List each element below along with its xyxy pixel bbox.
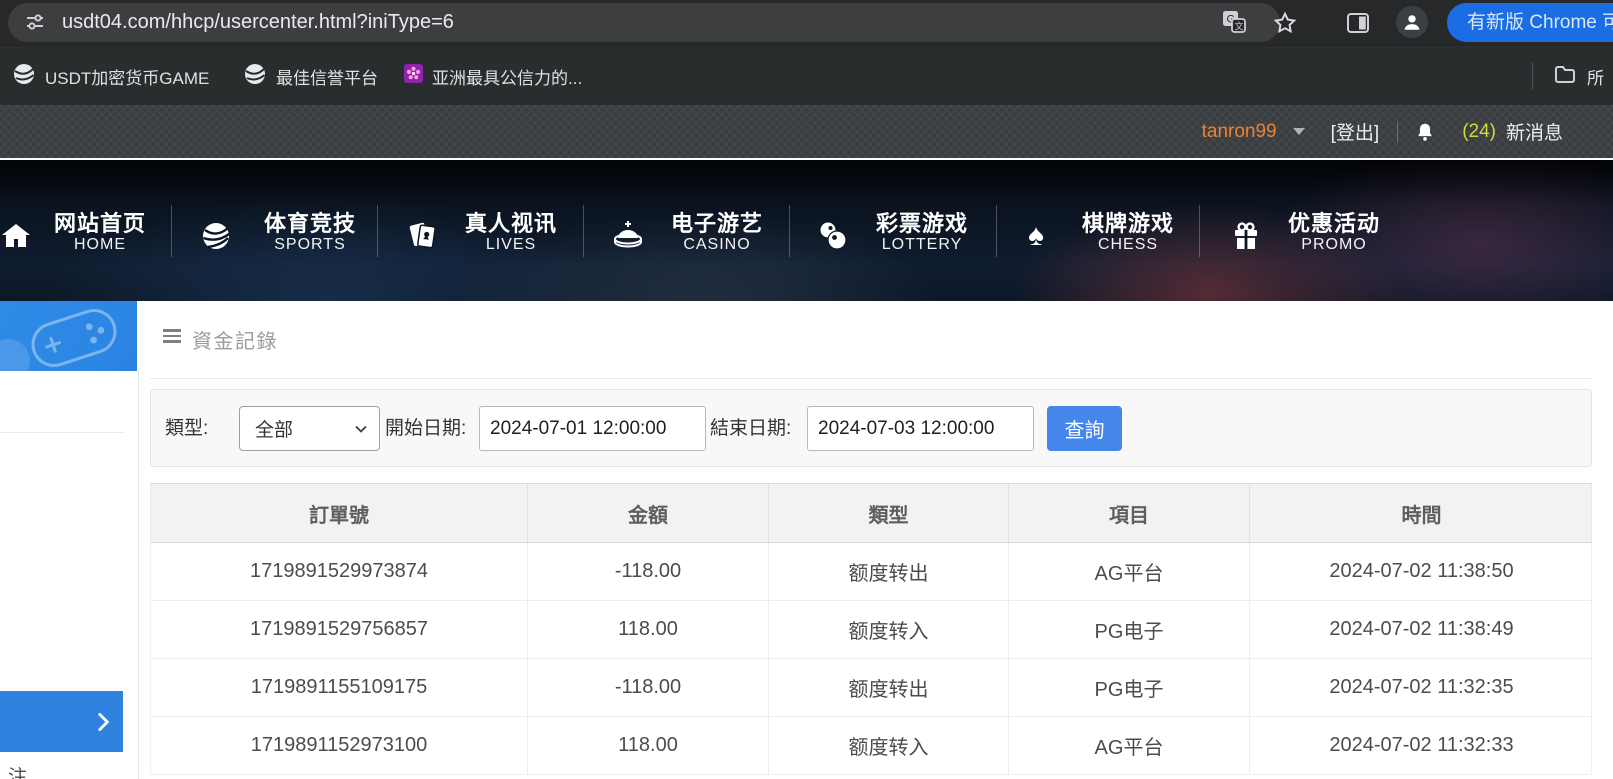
funds-record-table: 訂單號 金額 類型 項目 時間 1719891529973874 -118.00… <box>150 483 1592 775</box>
cell-amount: 118.00 <box>528 717 769 774</box>
cell-time: 2024-07-02 11:32:33 <box>1250 717 1593 774</box>
cell-time: 2024-07-02 11:32:35 <box>1250 659 1593 716</box>
bell-icon[interactable] <box>1414 121 1436 143</box>
main-nav: 网站首页 HOME 体育竞技 SPORTS 真人视讯 <box>0 160 1613 301</box>
col-header-order: 訂單號 <box>151 484 528 542</box>
cell-time: 2024-07-02 11:38:50 <box>1250 543 1593 600</box>
site-user-bar: tanron99 [登出] (24) 新消息 <box>0 105 1613 158</box>
cell-type: 额度转出 <box>769 659 1009 716</box>
folder-icon <box>1553 62 1577 91</box>
browser-toolbar: usdt04.com/hhcp/usercenter.html?iniType=… <box>0 0 1613 45</box>
cell-amount: -118.00 <box>528 659 769 716</box>
cell-order-no: 1719891155109175 <box>151 659 528 716</box>
bookmark-item[interactable]: USDT加密货币GAME <box>12 46 209 106</box>
bookmark-star-icon[interactable] <box>1272 10 1298 41</box>
flower-favicon-icon <box>404 64 423 88</box>
chrome-update-button[interactable]: 有新版 Chrome 可 <box>1447 3 1613 42</box>
cell-amount: -118.00 <box>528 543 769 600</box>
sidebar-divider <box>0 432 124 433</box>
globe-favicon-icon <box>12 62 36 91</box>
sidebar-expand-button[interactable] <box>0 691 123 752</box>
cell-order-no: 1719891152973100 <box>151 717 528 774</box>
unread-count[interactable]: (24) <box>1462 121 1496 143</box>
query-button[interactable]: 查詢 <box>1047 406 1122 451</box>
nav-item-chess-sub[interactable]: CHESS <box>1028 236 1228 254</box>
profile-avatar[interactable] <box>1396 6 1428 38</box>
start-date-label: 開始日期: <box>385 406 466 451</box>
nav-item-promo[interactable]: 优惠活动 <box>1234 206 1434 238</box>
userbar-divider <box>1397 121 1398 143</box>
cell-item: AG平台 <box>1009 717 1250 774</box>
bookmark-label: 最佳信誉平台 <box>276 64 378 89</box>
side-panel-icon[interactable] <box>1345 10 1371 41</box>
svg-text:文: 文 <box>1235 21 1244 32</box>
type-label: 類型: <box>165 406 208 451</box>
table-row: 1719891155109175 -118.00 额度转出 PG电子 2024-… <box>150 659 1592 717</box>
sidebar-partial-text: 注 <box>8 762 27 779</box>
sidebar-banner <box>0 301 137 371</box>
translate-icon[interactable]: G 文 <box>1221 9 1247 40</box>
nav-item-lives[interactable]: 真人视讯 <box>411 206 611 238</box>
all-bookmarks-label: 所 <box>1587 64 1604 89</box>
col-header-item: 項目 <box>1009 484 1250 542</box>
cell-type: 额度转入 <box>769 717 1009 774</box>
cell-type: 额度转出 <box>769 543 1009 600</box>
bookmark-item[interactable]: 最佳信誉平台 <box>243 46 378 106</box>
table-row: 1719891529973874 -118.00 额度转出 AG平台 2024-… <box>150 543 1592 601</box>
col-header-time: 時間 <box>1250 484 1593 542</box>
cell-item: AG平台 <box>1009 543 1250 600</box>
cell-time: 2024-07-02 11:38:49 <box>1250 601 1593 658</box>
logout-link[interactable]: [登出] <box>1331 118 1380 145</box>
globe-favicon-icon <box>243 62 267 91</box>
page-title: 資金記錄 <box>192 325 278 354</box>
nav-item-sports[interactable]: 体育竞技 <box>210 206 410 238</box>
nav-item-lottery-sub[interactable]: LOTTERY <box>822 236 1022 254</box>
nav-item-lottery[interactable]: 彩票游戏 <box>822 206 1022 238</box>
nav-item-sports-sub[interactable]: SPORTS <box>210 236 410 254</box>
all-bookmarks-button[interactable]: 所 <box>1553 46 1604 106</box>
screenshot-root: usdt04.com/hhcp/usercenter.html?iniType=… <box>0 0 1613 779</box>
table-row: 1719891152973100 118.00 额度转入 AG平台 2024-0… <box>150 717 1592 775</box>
title-divider <box>150 378 1592 379</box>
cell-amount: 118.00 <box>528 601 769 658</box>
col-header-amount: 金額 <box>528 484 769 542</box>
nav-item-lives-sub[interactable]: LIVES <box>411 236 611 254</box>
end-date-input[interactable] <box>807 406 1034 451</box>
nav-item-home-sub[interactable]: HOME <box>0 236 200 254</box>
nav-item-casino[interactable]: 电子游艺 <box>617 206 817 238</box>
chevron-down-icon[interactable] <box>1293 128 1305 135</box>
type-select[interactable]: 全部 <box>239 406 380 451</box>
site-settings-icon[interactable] <box>24 11 46 38</box>
table-header-row: 訂單號 金額 類型 項目 時間 <box>150 483 1592 543</box>
end-date-label: 結束日期: <box>710 406 791 451</box>
nav-item-chess[interactable]: 棋牌游戏 <box>1028 206 1228 238</box>
bookmark-item[interactable]: 亚洲最具公信力的... <box>404 46 582 106</box>
cell-type: 额度转入 <box>769 601 1009 658</box>
username-link[interactable]: tanron99 <box>1202 121 1277 143</box>
list-icon <box>163 329 181 346</box>
bookmark-label: 亚洲最具公信力的... <box>432 64 582 89</box>
unread-label[interactable]: 新消息 <box>1506 118 1563 145</box>
chevron-right-icon <box>90 709 116 735</box>
filter-panel: 類型: 全部 開始日期: 結束日期: 查詢 <box>150 389 1592 467</box>
nav-item-casino-sub[interactable]: CASINO <box>617 236 817 254</box>
nav-item-home[interactable]: 网站首页 <box>0 206 200 238</box>
table-row: 1719891529756857 118.00 额度转入 PG电子 2024-0… <box>150 601 1592 659</box>
cell-order-no: 1719891529973874 <box>151 543 528 600</box>
bookmark-label: USDT加密货币GAME <box>45 64 209 89</box>
nav-item-promo-sub[interactable]: PROMO <box>1234 236 1434 254</box>
bookmarks-bar: USDT加密货币GAME 最佳信誉平台 亚洲最具公信力的... <box>0 45 1613 105</box>
url-text[interactable]: usdt04.com/hhcp/usercenter.html?iniType=… <box>62 0 454 45</box>
cell-order-no: 1719891529756857 <box>151 601 528 658</box>
type-select-value: 全部 <box>255 415 293 442</box>
cell-item: PG电子 <box>1009 659 1250 716</box>
start-date-input[interactable] <box>479 406 706 451</box>
col-header-type: 類型 <box>769 484 1009 542</box>
bookmarks-divider <box>1532 62 1533 90</box>
chevron-down-icon <box>353 421 369 437</box>
sidebar-border <box>138 371 139 779</box>
cell-item: PG电子 <box>1009 601 1250 658</box>
